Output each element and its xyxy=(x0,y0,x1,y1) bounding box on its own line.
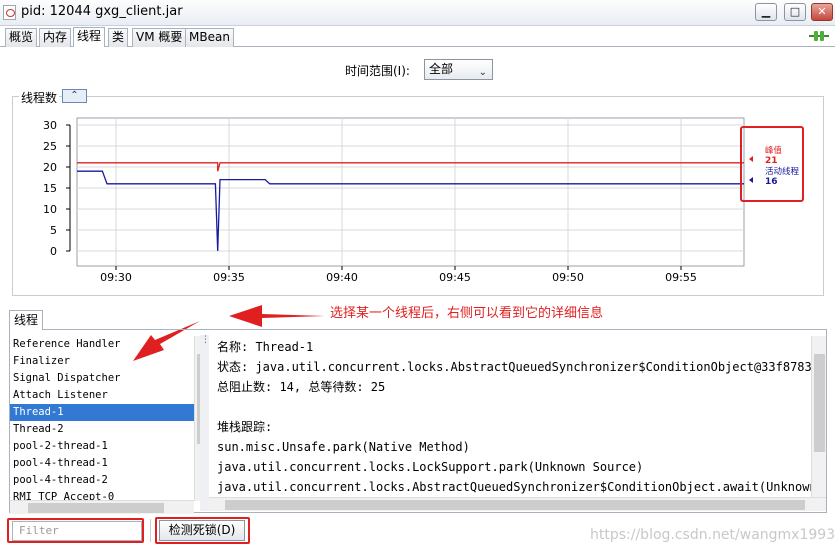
arrow-right-icon xyxy=(229,305,325,327)
thread-list-item[interactable]: Signal Dispatcher xyxy=(10,370,194,387)
thread-list-item[interactable]: pool-2-thread-1 xyxy=(10,438,194,455)
detail-hscrollbar[interactable] xyxy=(209,497,826,511)
detail-line: 状态: java.util.concurrent.locks.AbstractQ… xyxy=(217,360,811,374)
thread-list-item[interactable]: Finalizer xyxy=(10,353,194,370)
toolbar-separator xyxy=(150,519,151,542)
filter-highlight-box xyxy=(7,518,144,543)
annotation-text: 选择某一个线程后，右侧可以看到它的详细信息 xyxy=(330,306,604,321)
scroll-thumb[interactable] xyxy=(814,354,825,452)
detail-line: java.util.concurrent.locks.LockSupport.p… xyxy=(217,460,644,474)
thread-detail-text[interactable]: 名称: Thread-1 状态: java.util.concurrent.loc… xyxy=(217,337,811,497)
deadlock-highlight-box xyxy=(155,517,250,544)
tab-thread-list[interactable]: 线程 xyxy=(9,310,43,330)
thread-list-item[interactable]: pool-4-thread-1 xyxy=(10,455,194,472)
scroll-thumb[interactable] xyxy=(225,500,805,510)
thread-list-item[interactable]: Attach Listener xyxy=(10,387,194,404)
split-pane-divider[interactable] xyxy=(200,335,210,511)
thread-list-item[interactable]: Thread-2 xyxy=(10,421,194,438)
detail-line xyxy=(217,397,811,417)
detail-line: 总阻止数: 14, 总等待数: 25 xyxy=(217,380,386,394)
thread-list-item[interactable]: pool-4-thread-2 xyxy=(10,472,194,489)
detail-line: 名称: Thread-1 xyxy=(217,340,314,354)
thread-list-item[interactable]: Thread-1 xyxy=(10,404,194,421)
thread-list-item[interactable]: Reference Handler xyxy=(10,336,194,353)
thread-list-hscrollbar[interactable] xyxy=(10,500,194,514)
detail-line: sun.misc.Unsafe.park(Native Method) xyxy=(217,440,470,454)
detail-vscrollbar[interactable] xyxy=(811,336,826,497)
detail-line: 堆栈跟踪: xyxy=(217,420,273,434)
watermark: https://blog.csdn.net/wangmx1993328 xyxy=(590,527,835,543)
scroll-thumb[interactable] xyxy=(28,503,164,513)
thread-list[interactable]: Reference Handler Finalizer Signal Dispatc… xyxy=(10,336,194,501)
detail-line: java.util.concurrent.locks.AbstractQueue… xyxy=(217,480,811,494)
